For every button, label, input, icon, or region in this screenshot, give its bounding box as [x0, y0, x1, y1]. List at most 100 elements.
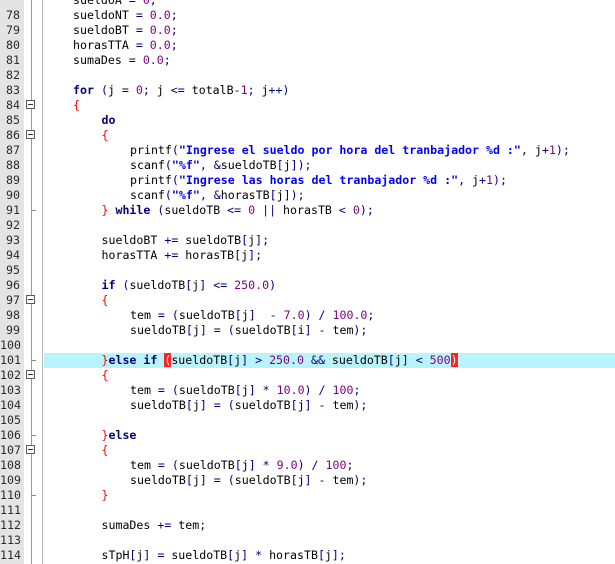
line-number: 103 [0, 383, 21, 397]
code-line[interactable]: 79 sueldoBT = 0.0; [0, 23, 615, 38]
code-line[interactable]: 82 [0, 68, 615, 83]
code-text: sueldoTB[j] = (sueldoTB[j] - tem); [130, 473, 368, 487]
code-line[interactable]: 105 [0, 413, 615, 428]
code-line[interactable]: 85 do [0, 113, 615, 128]
code-text: tem = (sueldoTB[j] * 10.0) / 100; [130, 383, 361, 397]
line-number: 79 [6, 23, 20, 37]
fold-end-marker [31, 435, 36, 436]
code-line[interactable]: 84 { [0, 98, 615, 113]
code-text: printf("Ingrese las horas del tranbajado… [130, 173, 507, 187]
code-line[interactable]: 98 tem = (sueldoTB[j] - 7.0) / 100.0; [0, 308, 615, 323]
line-number: 99 [6, 323, 20, 337]
line-number: 81 [6, 53, 20, 67]
code-text: } while (sueldoTB <= 0 || horasTB < 0); [101, 203, 374, 217]
line-number: 86 [6, 128, 20, 142]
code-line[interactable]: 95 [0, 263, 615, 278]
code-text: sueldoTB[j] = (sueldoTB[i] - tem); [130, 323, 368, 337]
line-number: 97 [6, 293, 20, 307]
line-number: 91 [6, 203, 20, 217]
line-number: 108 [0, 458, 21, 472]
line-number: 92 [6, 218, 20, 232]
code-line[interactable]: 83 for (j = 0; j <= totalB-1; j++) [0, 83, 615, 98]
code-line[interactable]: 80 horasTTA = 0.0; [0, 38, 615, 53]
code-text: sTpH[j] = sueldoTB[j] * horasTB[j]; [101, 548, 346, 562]
code-line[interactable]: 103 tem = (sueldoTB[j] * 10.0) / 100; [0, 383, 615, 398]
code-line[interactable]: 102 { [0, 368, 615, 383]
code-line[interactable]: 88 scanf("%f", &sueldoTB[j]); [0, 158, 615, 173]
code-line[interactable]: 113 [0, 533, 615, 548]
code-line[interactable]: 97 { [0, 293, 615, 308]
code-text: { [101, 368, 109, 382]
line-number: 114 [0, 548, 21, 562]
code-line[interactable]: 108 tem = (sueldoTB[j] * 9.0) / 100; [0, 458, 615, 473]
code-line[interactable]: 93 sueldoBT += sueldoTB[j]; [0, 233, 615, 248]
code-text: for (j = 0; j <= totalB-1; j++) [73, 83, 290, 97]
code-line[interactable]: 100 [0, 338, 615, 353]
code-line[interactable]: 87 printf("Ingrese el sueldo por hora del… [0, 143, 615, 158]
code-line[interactable]: 110} [0, 488, 615, 503]
code-text: { [73, 98, 80, 112]
line-number: 94 [6, 248, 20, 262]
code-text: do [101, 113, 116, 127]
line-number: 109 [0, 473, 21, 487]
code-line[interactable]: 81 sumaDes = 0.0; [0, 53, 615, 68]
code-text: sueldoBT = 0.0; [73, 23, 178, 37]
line-number: 85 [6, 113, 20, 127]
fold-collapse-icon[interactable] [26, 295, 35, 304]
code-line[interactable]: sueldoA = 0; [0, 0, 615, 8]
code-line[interactable]: 90 scanf("%f", &horasTB[j]); [0, 188, 615, 203]
line-number: 95 [6, 263, 20, 277]
line-number: 80 [6, 38, 20, 52]
code-text: scanf("%f", &horasTB[j]); [130, 188, 305, 202]
code-text: }else if (sueldoTB[j] > 250.0 && sueldoT… [44, 353, 615, 368]
line-number: 110 [0, 488, 21, 502]
code-text: tem = (sueldoTB[j] * 9.0) / 100; [130, 458, 354, 472]
line-number: 111 [0, 503, 21, 517]
line-number: 102 [0, 368, 21, 382]
line-number: 107 [0, 443, 21, 457]
fold-collapse-icon[interactable] [26, 370, 35, 379]
code-text: horasTTA += horasTB[j]; [101, 248, 263, 262]
code-line[interactable]: 92 [0, 218, 615, 233]
code-text: sueldoTB[j] = (sueldoTB[j] - tem); [130, 398, 368, 412]
code-text: if (sueldoTB[j] <= 250.0) [101, 278, 277, 292]
line-number: 93 [6, 233, 20, 247]
line-number: 113 [0, 533, 21, 547]
code-text: { [101, 128, 109, 142]
code-line[interactable]: 89 printf("Ingrese las horas del tranbaja… [0, 173, 615, 188]
code-text: { [101, 443, 109, 457]
code-line[interactable]: 114 sTpH[j] = sueldoTB[j] * horasTB[j]; [0, 548, 615, 563]
line-number: 89 [6, 173, 20, 187]
line-number: 78 [6, 8, 20, 22]
line-number: 87 [6, 143, 20, 157]
code-line[interactable]: 86 { [0, 128, 615, 143]
code-line[interactable]: 111 [0, 503, 615, 518]
code-line[interactable]: 99 sueldoTB[j] = (sueldoTB[i] - tem); [0, 323, 615, 338]
code-line[interactable]: 91 } while (sueldoTB <= 0 || horasTB < 0)… [0, 203, 615, 218]
code-text: scanf("%f", &sueldoTB[j]); [130, 158, 312, 172]
code-line[interactable]: 112 sumaDes += tem; [0, 518, 615, 533]
code-line[interactable]: 106}else [0, 428, 615, 443]
code-line[interactable]: 78 sueldoNT = 0.0; [0, 8, 615, 23]
code-text: printf("Ingrese el sueldo por hora del t… [130, 143, 570, 157]
line-number: 90 [6, 188, 20, 202]
fold-collapse-icon[interactable] [26, 100, 35, 109]
code-line[interactable]: 101}else if (sueldoTB[j] > 250.0 && suel… [0, 353, 615, 368]
code-text: tem = (sueldoTB[j] - 7.0) / 100.0; [130, 308, 375, 322]
code-line[interactable]: 96 if (sueldoTB[j] <= 250.0) [0, 278, 615, 293]
code-text: sumaDes += tem; [101, 518, 207, 532]
code-text: } [101, 488, 109, 502]
code-line[interactable]: 109 sueldoTB[j] = (sueldoTB[j] - tem); [0, 473, 615, 488]
fold-collapse-icon[interactable] [26, 130, 35, 139]
code-editor[interactable]: sueldoA = 0; 78 sueldoNT = 0.0; 79 sueldoBT … [0, 0, 615, 564]
code-line[interactable]: 94 horasTTA += horasTB[j]; [0, 248, 615, 263]
code-line[interactable]: 104 sueldoTB[j] = (sueldoTB[j] - tem); [0, 398, 615, 413]
code-line[interactable]: 107 { [0, 443, 615, 458]
fold-collapse-icon[interactable] [26, 445, 35, 454]
